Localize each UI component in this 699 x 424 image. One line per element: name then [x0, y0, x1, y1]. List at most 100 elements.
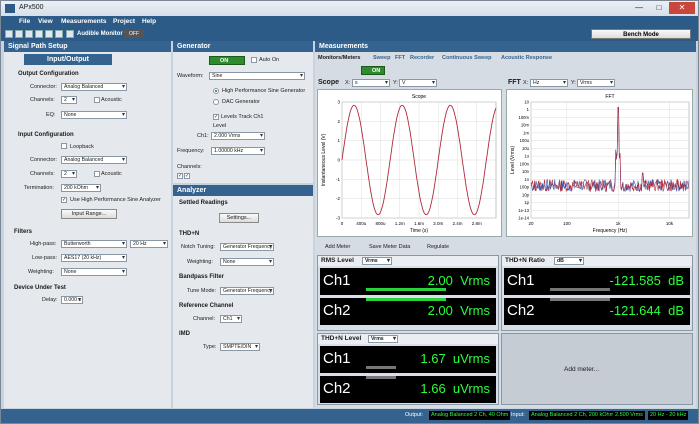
output-channels-select[interactable]: 2	[61, 96, 77, 104]
thdn-ratio-ch1-bar	[550, 288, 610, 291]
regulate-button[interactable]: Regulate	[427, 244, 449, 250]
speaker-icon[interactable]	[66, 30, 74, 38]
loopback-checkbox[interactable]	[61, 143, 67, 149]
frequency-field[interactable]: 1.00000 kHz	[211, 147, 265, 155]
fft-x-unit-select[interactable]: Hz	[530, 79, 568, 87]
generator-header: Generator	[173, 41, 313, 52]
audible-monitor-toggle[interactable]: OFF	[124, 30, 144, 38]
delay-field[interactable]: 0.000 s	[61, 296, 83, 304]
scope-x-tick: 2.0m	[433, 221, 443, 226]
tab-monitors-meters[interactable]: Monitors/Meters	[318, 55, 360, 61]
maximize-button[interactable]: □	[649, 2, 669, 14]
app-window: APx500 — □ ✕ File View Measurements Proj…	[0, 0, 699, 424]
rms-level-meter[interactable]: RMS Level Vrms Ch1 2.00 Vrms Ch2 2.00 Vr…	[317, 255, 499, 331]
scope-plot-title: Scope	[412, 94, 426, 100]
input-range-button[interactable]: Input Range...	[61, 209, 117, 219]
open-icon[interactable]	[15, 30, 23, 38]
scope-y-tick: 1	[337, 138, 340, 143]
tab-fft[interactable]: FFT	[395, 55, 405, 61]
measurement-on-toggle[interactable]: ON	[361, 66, 385, 75]
hp-sine-analyzer-label: Use High Performance Sine Analyzer	[70, 197, 161, 203]
menu-file[interactable]: File	[19, 18, 30, 25]
tune-mode-select[interactable]: Generator Frequency	[220, 287, 274, 295]
print-icon[interactable]	[35, 30, 43, 38]
bench-mode-button[interactable]: Bench Mode	[591, 29, 691, 39]
imd-type-select[interactable]: SMPTE/DIN	[220, 343, 260, 351]
add-meter-button[interactable]: Add Meter	[325, 244, 350, 250]
rms-unit-select[interactable]: Vrms	[362, 257, 392, 265]
input-connector-select[interactable]: Analog Balanced	[61, 156, 127, 164]
close-button[interactable]: ✕	[669, 2, 695, 14]
tab-recorder[interactable]: Recorder	[410, 55, 434, 61]
new-icon[interactable]	[5, 30, 13, 38]
thdn-ratio-unit-select[interactable]: dB	[554, 257, 584, 265]
eq-select[interactable]: None	[61, 111, 127, 119]
save-icon[interactable]	[25, 30, 33, 38]
lowpass-select[interactable]: AES17 (20 kHz)	[61, 254, 127, 262]
thdn-level-ch1-label: Ch1	[323, 350, 351, 367]
termination-select[interactable]: 200 kOhm	[61, 184, 101, 192]
input-acoustic-label: Acoustic	[101, 171, 122, 177]
input-acoustic-checkbox[interactable]	[94, 171, 100, 177]
output-status-value[interactable]: Analog Balanced 2 Ch, 40 Ohm	[429, 411, 511, 420]
menu-view[interactable]: View	[38, 18, 53, 25]
gen-ch2-checkbox[interactable]: ✓	[184, 173, 190, 179]
output-acoustic-checkbox[interactable]	[94, 97, 100, 103]
waveform-select[interactable]: Sine	[209, 72, 305, 80]
ref-channel-select[interactable]: Ch1	[220, 315, 242, 323]
thdn-level-ch1-value: 1.67 uVrms	[420, 351, 490, 366]
hp-sine-generator-radio[interactable]	[213, 88, 219, 94]
ch1-level-field[interactable]: 2.000 Vrms	[211, 132, 265, 140]
fft-y-tick: 1p	[524, 200, 529, 205]
add-meter-label[interactable]: Add meter...	[564, 366, 599, 373]
thdn-level-meter[interactable]: THD+N Level Vrms Ch1 1.67 uVrms Ch2 1.66…	[317, 333, 499, 405]
thdn-level-unit-select[interactable]: Vrms	[368, 335, 398, 343]
hp-sine-analyzer-checkbox[interactable]: ✓	[61, 197, 67, 203]
highpass-label: High-pass:	[30, 241, 57, 247]
rms-ch2-label: Ch2	[323, 302, 351, 319]
settings-icon[interactable]	[45, 30, 53, 38]
thdn-weighting-select[interactable]: None	[220, 258, 274, 266]
menu-help[interactable]: Help	[142, 18, 156, 25]
hp-sine-generator-label: High Performance Sine Generator	[222, 88, 306, 94]
scope-y-tick: -1	[336, 177, 340, 182]
fft-y-unit-select[interactable]: Vrms	[577, 79, 615, 87]
weighting-select[interactable]: None	[61, 268, 127, 276]
fft-x-label: X:	[523, 80, 529, 86]
tab-continuous-sweep[interactable]: Continuous Sweep	[442, 55, 492, 61]
bandwidth-status-value[interactable]: 20 Hz - 20 kHz	[648, 411, 689, 420]
input-channels-select[interactable]: 2	[61, 170, 77, 178]
settings-button[interactable]: Settings...	[219, 213, 259, 223]
save-meter-data-button[interactable]: Save Meter Data	[369, 244, 410, 250]
notch-tuning-select[interactable]: Generator Frequency	[220, 243, 274, 251]
auto-on-checkbox[interactable]	[251, 57, 257, 63]
level-status-value[interactable]: 2.500 Vrms	[613, 411, 645, 420]
scope-y-unit-select[interactable]: V	[399, 79, 437, 87]
fft-graph[interactable]: FFT 10 1 100m 10m 1m 100u 10u 1u 100n 10n 1n 100p 10p…	[506, 89, 693, 237]
signal-icon[interactable]	[55, 30, 63, 38]
highpass-frequency-field[interactable]: 20 Hz	[130, 240, 168, 248]
menu-measurements[interactable]: Measurements	[61, 18, 107, 25]
input-status-value[interactable]: Analog Balanced 2 Ch, 200 kOhm	[529, 411, 617, 420]
add-meter-panel[interactable]: Add meter...	[501, 333, 693, 405]
thdn-ratio-title: THD+N Ratio	[505, 257, 545, 264]
gen-ch1-checkbox[interactable]: ✓	[177, 173, 183, 179]
thdn-ratio-meter[interactable]: THD+N Ratio dB Ch1 -121.585 dB Ch2 -121.…	[501, 255, 693, 331]
output-connector-select[interactable]: Analog Balanced	[61, 83, 127, 91]
scope-graph[interactable]: Scope 3 2 1 0 -1 -2 -3 0 400u 800u 1.2m 1.6m 2.0m 2.4m…	[317, 89, 502, 237]
input-output-selector[interactable]: Input/Output	[24, 54, 112, 65]
thdn-ratio-header: THD+N Ratio dB	[502, 256, 692, 266]
tab-acoustic-response[interactable]: Acoustic Response	[501, 55, 552, 61]
highpass-select[interactable]: Butterworth	[61, 240, 127, 248]
signal-path-pane: Input/Output Output Configuration Connec…	[4, 52, 171, 408]
lowpass-label: Low-pass:	[32, 255, 58, 261]
thdn-ratio-ch1-row: Ch1 -121.585 dB	[504, 268, 690, 295]
menu-project[interactable]: Project	[113, 18, 135, 25]
tab-sweep[interactable]: Sweep	[373, 55, 390, 61]
scope-x-unit-select[interactable]: s	[352, 79, 390, 87]
levels-track-checkbox[interactable]: ✓	[213, 114, 219, 120]
dac-generator-radio[interactable]	[213, 99, 219, 105]
minimize-button[interactable]: —	[629, 2, 649, 14]
scope-y-tick: 3	[337, 100, 340, 105]
generator-on-toggle[interactable]: ON	[209, 56, 245, 65]
